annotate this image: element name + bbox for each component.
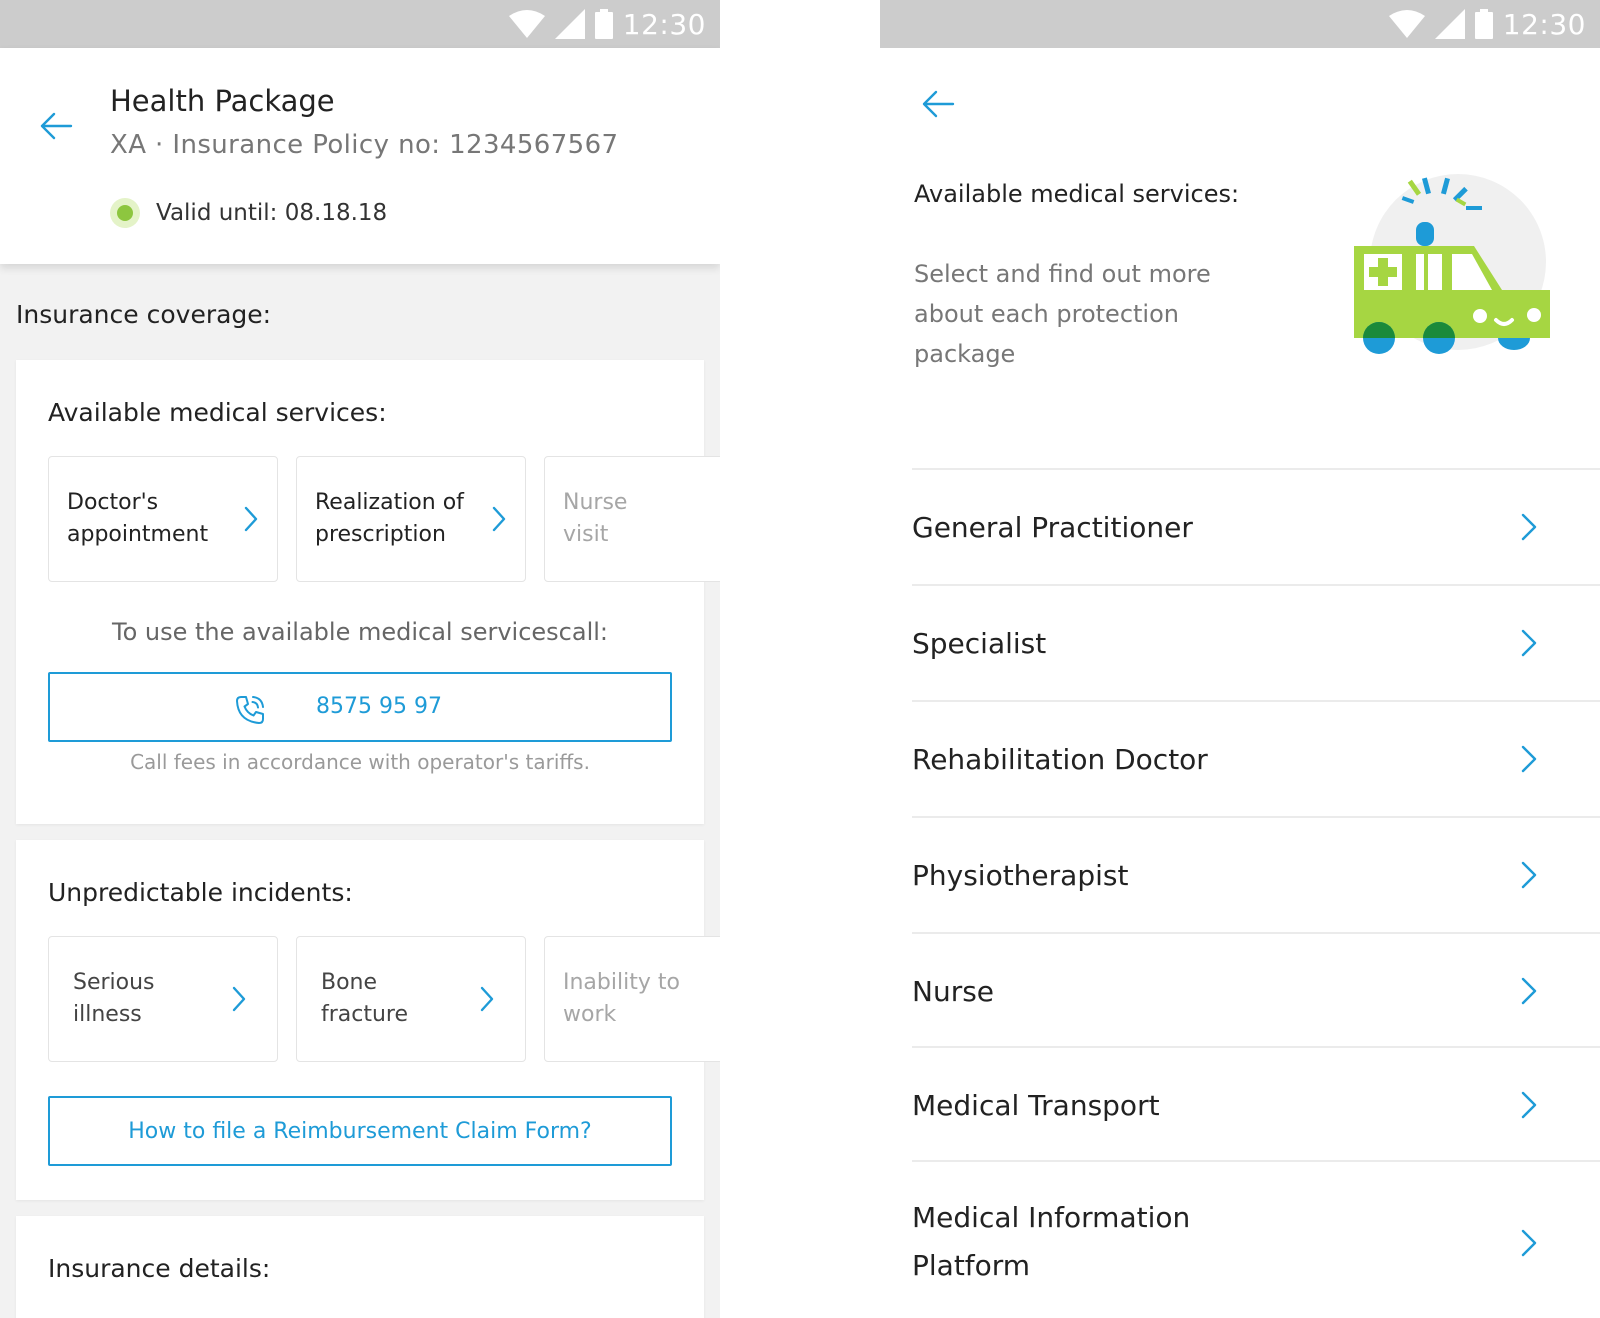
chevron-right-icon (1521, 745, 1537, 773)
call-phone-button[interactable]: 8575 95 97 (48, 672, 672, 742)
tile-label-line: Doctor's (67, 490, 159, 515)
reimbursement-claim-label: How to file a Reimbursement Claim Form? (128, 1118, 592, 1144)
services-description: Select and find out more about each prot… (914, 260, 1211, 368)
wifi-icon (508, 10, 545, 38)
list-item-label-line: Medical Information (912, 1201, 1191, 1234)
phone-call-icon (236, 696, 264, 724)
call-fees-note: Call fees in accordance with operator's … (130, 750, 590, 774)
validity-text: Valid until: 08.18.18 (156, 200, 388, 226)
tile-inability-to-work[interactable]: Inability to work (544, 936, 720, 1062)
signal-icon (1434, 9, 1465, 39)
status-time: 12:30 (622, 7, 706, 41)
phone-number: 8575 95 97 (316, 694, 442, 719)
tile-label-line: Nurse (563, 490, 628, 515)
list-item-label: Medical Transport (912, 1089, 1160, 1122)
chevron-right-icon (244, 506, 258, 532)
arrow-left-icon (40, 112, 73, 140)
tile-label-line: Inability to (563, 970, 680, 995)
reimbursement-claim-button[interactable]: How to file a Reimbursement Claim Form? (48, 1096, 672, 1166)
list-item-rehabilitation-doctor[interactable]: Rehabilitation Doctor (912, 700, 1600, 816)
chevron-right-icon (492, 506, 506, 532)
tile-doctors-appointment[interactable]: Doctor's appointment (48, 456, 278, 582)
tile-label: Doctor's appointment (67, 487, 227, 551)
tile-label-line: illness (73, 1002, 142, 1027)
list-item-label: General Practitioner (912, 511, 1193, 544)
tile-label: Inability to work (563, 967, 720, 1031)
list-item-physiotherapist[interactable]: Physiotherapist (912, 816, 1600, 932)
tile-label-line: Serious (73, 970, 155, 995)
call-caption: To use the available medical servicescal… (111, 618, 609, 646)
list-item-nurse[interactable]: Nurse (912, 932, 1600, 1046)
services-heading: Available medical services: (914, 180, 1240, 208)
insurance-details-title: Insurance details: (48, 1254, 271, 1283)
validity-row: Valid until: 08.18.18 (110, 198, 387, 228)
status-time: 12:30 (1502, 7, 1586, 41)
status-dot-icon (110, 198, 140, 228)
chevron-right-icon (1521, 1229, 1537, 1257)
status-icons: 12:30 (1388, 6, 1586, 42)
battery-icon (1474, 9, 1493, 39)
list-item-general-practitioner[interactable]: General Practitioner (912, 468, 1600, 584)
wifi-icon (1388, 10, 1425, 38)
list-item-label: Physiotherapist (912, 859, 1129, 892)
tile-label: Serious illness (73, 967, 233, 1031)
tile-label-line: work (563, 1002, 617, 1027)
insurance-details-card: Insurance details: (16, 1216, 704, 1318)
list-item-medical-information-platform[interactable]: Medical Information Platform (912, 1160, 1600, 1318)
medical-services-card: Available medical services: Doctor's app… (16, 360, 720, 824)
policy-subtitle: XA · Insurance Policy no: 1234567567 (110, 130, 619, 160)
back-button[interactable] (34, 104, 78, 148)
chevron-right-icon (1521, 513, 1537, 541)
tile-label-line: visit (563, 522, 609, 547)
chevron-right-icon (1521, 629, 1537, 657)
list-item-label-line: Platform (912, 1249, 1031, 1282)
status-bar: 12:30 (0, 0, 720, 48)
tile-realization-of-prescription[interactable]: Realization of prescription (296, 456, 526, 582)
tile-label-line: Realization of (315, 490, 464, 515)
list-item-medical-transport[interactable]: Medical Transport (912, 1046, 1600, 1160)
chevron-right-icon (1521, 861, 1537, 889)
medical-services-screen: 12:30 Available medical services: Select… (880, 0, 1600, 1318)
coverage-heading: Insurance coverage: (16, 300, 272, 329)
chevron-right-icon (232, 986, 246, 1012)
back-button[interactable] (916, 82, 960, 126)
tile-label-line: fracture (321, 1002, 409, 1027)
tile-label-line: prescription (315, 522, 446, 547)
status-bar: 12:30 (880, 0, 1600, 48)
medical-services-title: Available medical services: (48, 398, 387, 427)
tile-label: Bone fracture (321, 967, 481, 1031)
chevron-right-icon (1521, 977, 1537, 1005)
tile-bone-fracture[interactable]: Bone fracture (296, 936, 526, 1062)
policy-detail-screen: 12:30 Health Package XA · Insurance Poli… (0, 0, 720, 1318)
list-item-label: Nurse (912, 975, 995, 1008)
list-item-label: Specialist (912, 627, 1047, 660)
signal-icon (554, 9, 585, 39)
page-title: Health Package (110, 84, 335, 118)
policy-header: Health Package XA · Insurance Policy no:… (0, 48, 720, 264)
arrow-left-icon (922, 90, 955, 118)
tile-label-line: Bone (321, 970, 378, 995)
tile-label: Nurse visit (563, 487, 720, 551)
tile-serious-illness[interactable]: Serious illness (48, 936, 278, 1062)
chevron-right-icon (480, 986, 494, 1012)
tile-nurse-visit[interactable]: Nurse visit (544, 456, 720, 582)
list-item-label: Rehabilitation Doctor (912, 743, 1208, 776)
status-icons: 12:30 (508, 6, 706, 42)
battery-icon (594, 9, 613, 39)
tile-label: Realization of prescription (315, 487, 475, 551)
incidents-title: Unpredictable incidents: (48, 878, 353, 907)
list-item-specialist[interactable]: Specialist (912, 584, 1600, 700)
incidents-card: Unpredictable incidents: Serious illness… (16, 840, 720, 1200)
tile-label-line: appointment (67, 522, 209, 547)
ambulance-illustration (1354, 174, 1550, 354)
chevron-right-icon (1521, 1091, 1537, 1119)
